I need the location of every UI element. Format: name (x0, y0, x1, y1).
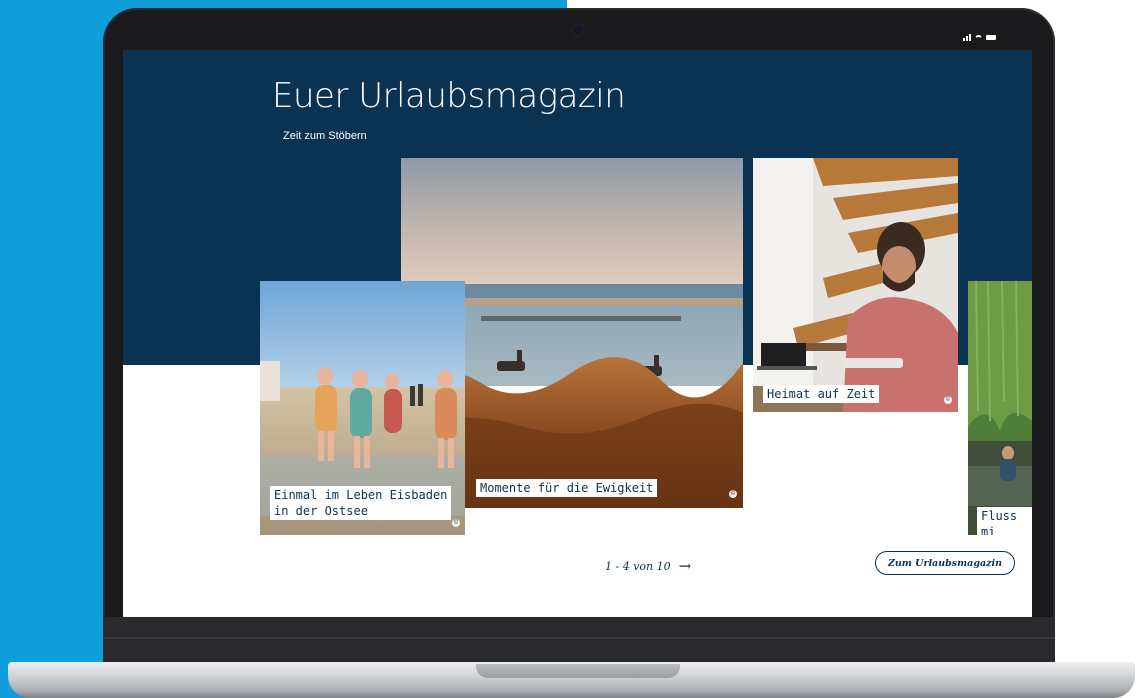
magazine-card-home-for-a-while[interactable]: Heimat auf Zeit © (753, 158, 958, 412)
status-bar (963, 32, 996, 42)
copyright-icon: © (944, 396, 952, 404)
card-caption: Momente für die Ewigkeit (476, 479, 658, 497)
card-caption: Heimat auf Zeit (763, 385, 880, 403)
wifi-icon (974, 33, 983, 42)
pagination-label: 1 - 4 von 10 (605, 559, 671, 573)
signal-icon (963, 33, 971, 41)
arrow-right-icon[interactable]: → (679, 557, 692, 575)
page-subtitle: Zeit zum Stöbern (283, 130, 367, 142)
laptop-bezel-bottom (103, 617, 1055, 665)
copyright-icon: © (729, 490, 737, 498)
card-caption: Fluss mi (977, 507, 1032, 535)
pagination: 1 - 4 von 10 → (605, 557, 691, 575)
laptop-hinge-line (103, 637, 1055, 639)
laptop-opening-notch (476, 664, 680, 678)
man-writing-photo (753, 158, 958, 412)
camera-icon (573, 25, 583, 35)
card-caption: Einmal im Leben Eisbaden in der Ostsee (270, 486, 452, 520)
magazine-card-ice-bathing[interactable]: Einmal im Leben Eisbaden in der Ostsee © (260, 281, 465, 535)
battery-icon (986, 34, 996, 40)
laptop-screen: Euer Urlaubsmagazin Zeit zum Stöbern Mom… (123, 50, 1032, 617)
page-title: Euer Urlaubsmagazin (272, 76, 626, 116)
magazine-card-river[interactable]: Fluss mi (968, 281, 1032, 535)
copyright-icon: © (452, 519, 460, 527)
magazine-cta-button[interactable]: Zum Urlaubsmagazin (875, 551, 1015, 575)
river-willow-photo (968, 281, 1032, 535)
